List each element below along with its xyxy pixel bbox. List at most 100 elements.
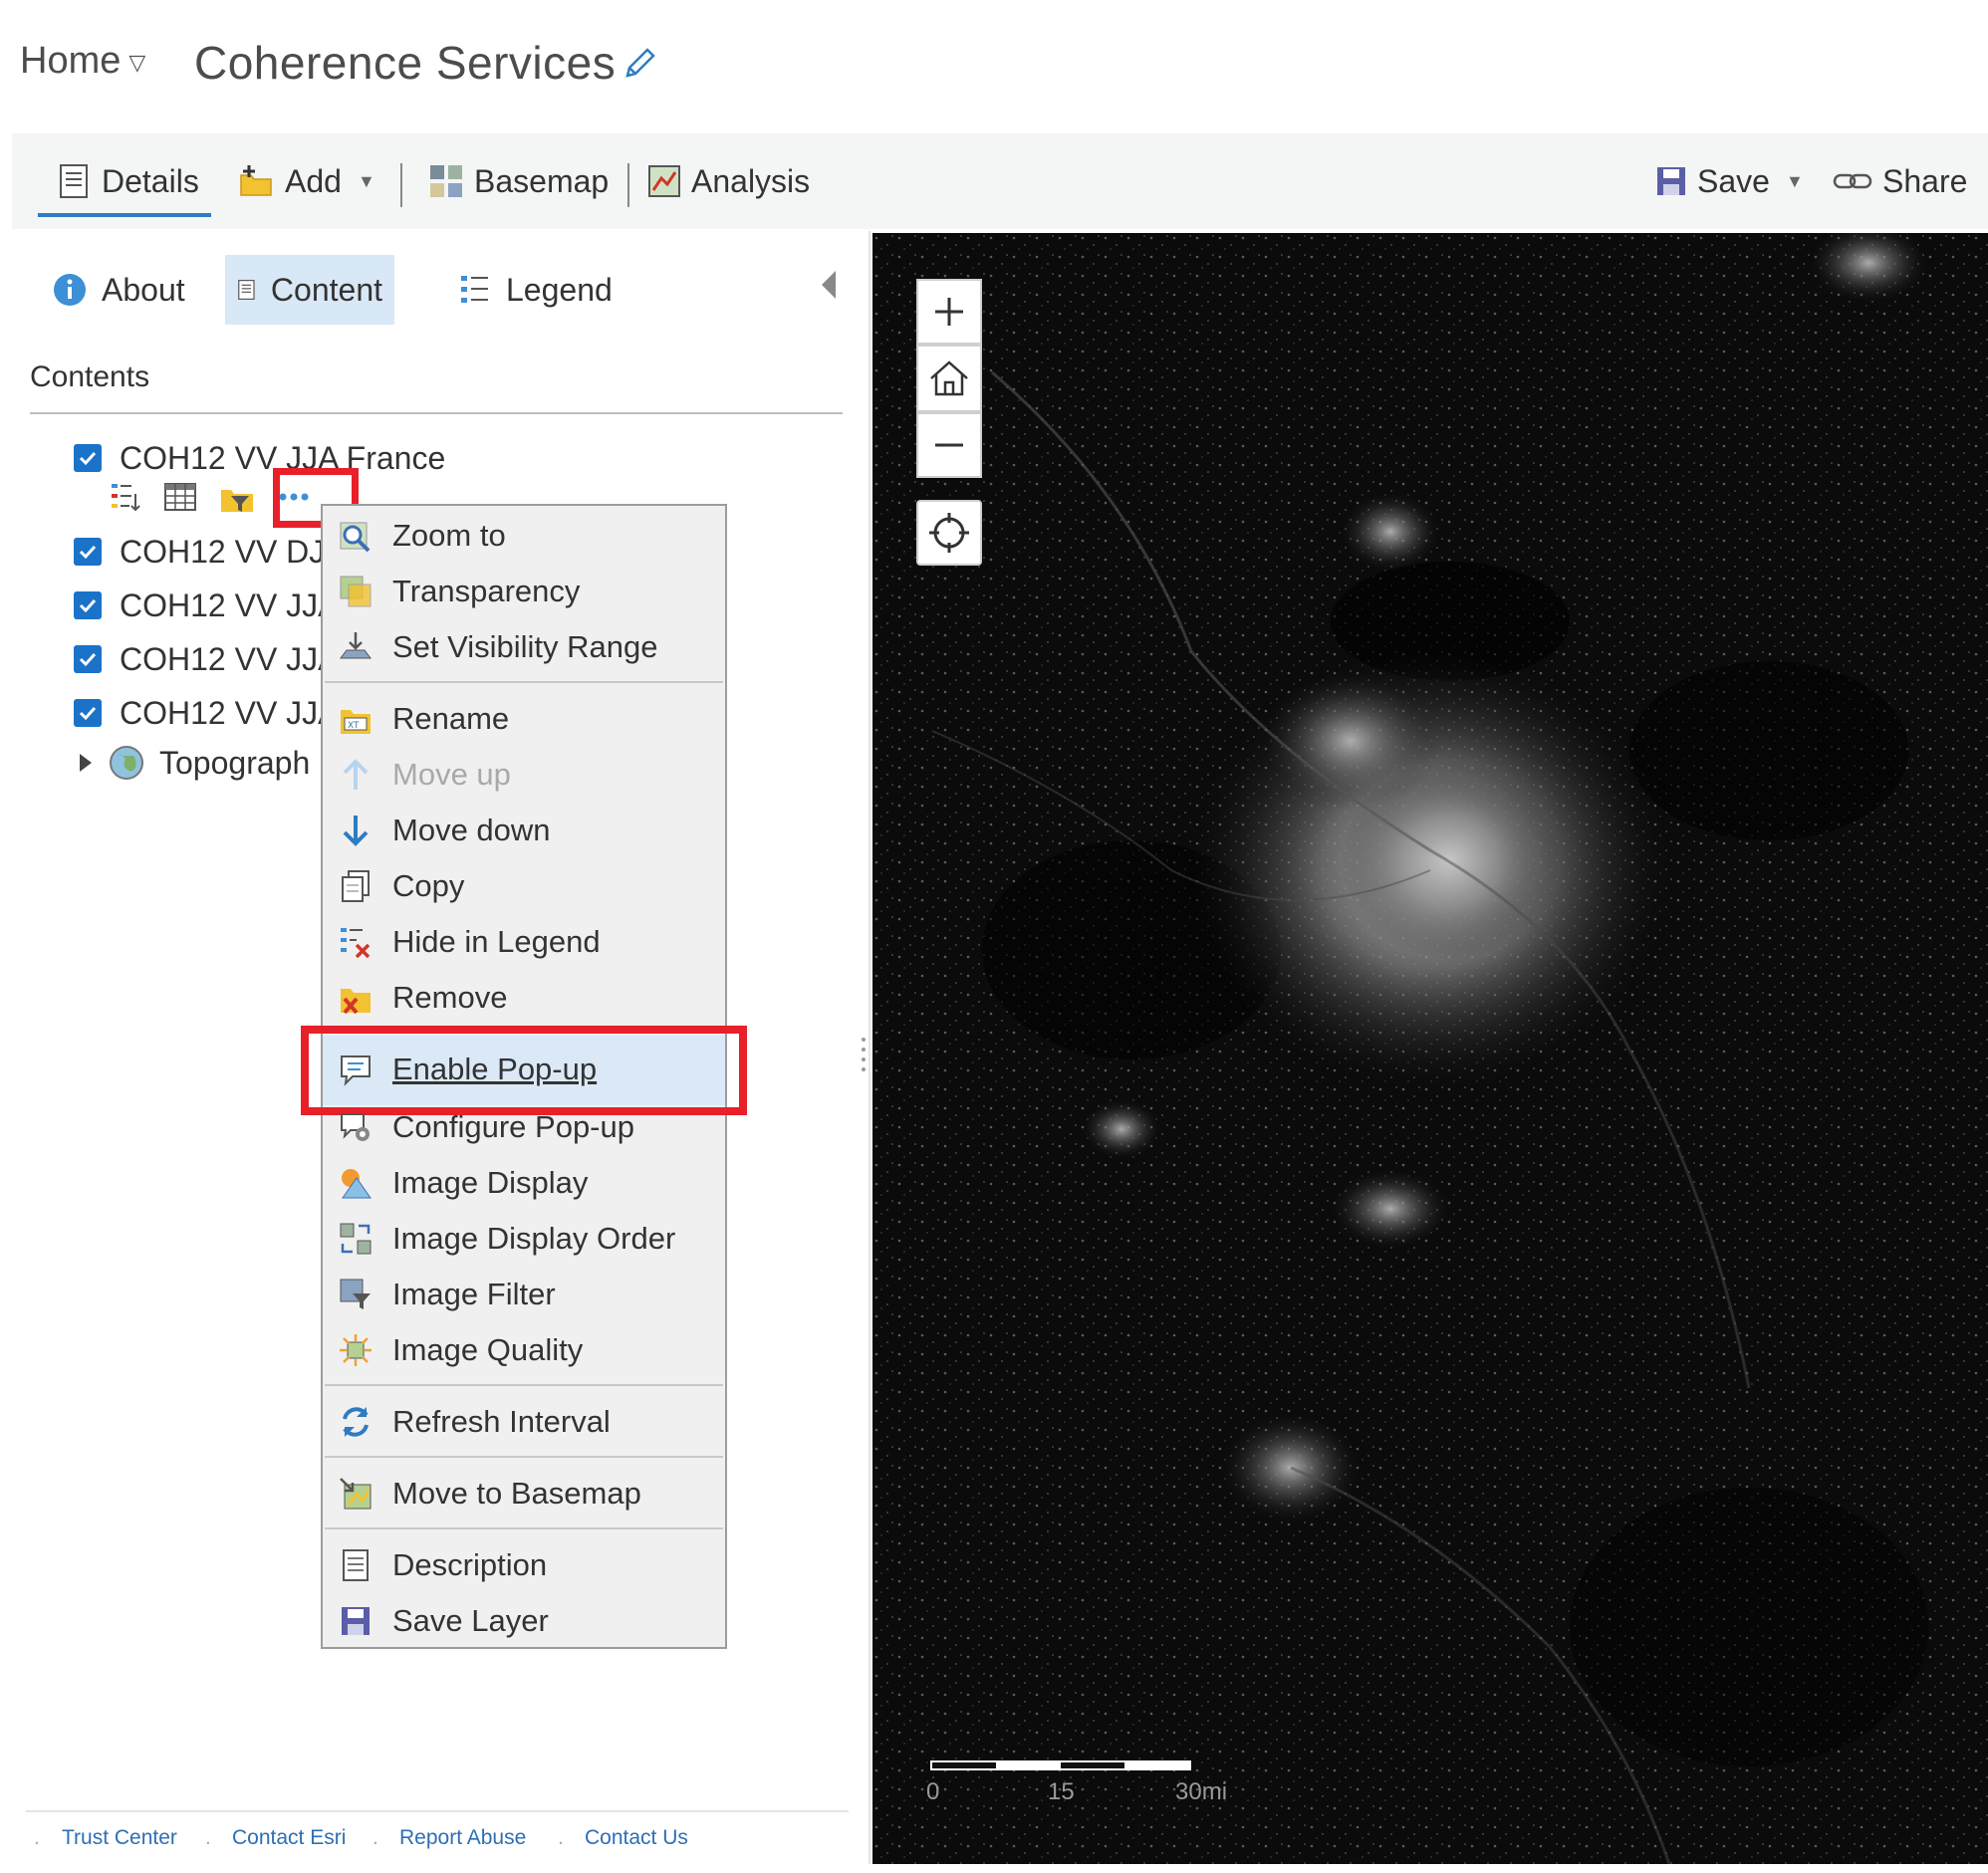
analysis-label: Analysis (691, 162, 811, 199)
scale-label: 0 (926, 1778, 940, 1805)
layer-item[interactable]: Topograph (78, 743, 310, 783)
checkbox-checked-icon[interactable] (74, 591, 102, 619)
menu-item-transparency[interactable]: Transparency (339, 566, 580, 617)
footer-link-report-abuse[interactable]: Report Abuse (399, 1826, 526, 1850)
save-layer-icon (342, 1607, 370, 1635)
add-button[interactable]: Add ▼ (237, 133, 375, 229)
tab-content[interactable]: Content (225, 255, 394, 325)
arrow-down-icon (343, 816, 369, 846)
configure-popup-icon (341, 1113, 370, 1141)
image-filter-icon (340, 1279, 371, 1309)
menu-item-remove[interactable]: Remove (339, 972, 507, 1024)
copy-icon (342, 870, 370, 902)
menu-item-configure-popup[interactable]: Configure Pop-up (339, 1101, 634, 1153)
menu-item-copy[interactable]: Copy (339, 860, 464, 912)
menu-item-label: Remove (392, 980, 508, 1015)
home-icon (930, 360, 968, 396)
footer-dot: . (34, 1826, 40, 1849)
zoom-out-button[interactable] (916, 412, 982, 478)
menu-item-set-visibility-range[interactable]: Set Visibility Range (339, 621, 658, 673)
menu-item-image-filter[interactable]: Image Filter (339, 1269, 556, 1320)
menu-item-zoom-to[interactable]: Zoom to (339, 510, 506, 562)
menu-item-label: Rename (392, 701, 510, 736)
menu-item-label: Move down (392, 813, 551, 847)
layer-item[interactable]: COH12 VV JJA (74, 693, 340, 733)
menu-item-save-layer[interactable]: Save Layer (339, 1595, 549, 1647)
layer-item[interactable]: COH12 VV JJA (74, 585, 340, 625)
panel-border (869, 231, 870, 1864)
menu-item-label: Copy (392, 868, 465, 903)
basemap-icon (430, 165, 462, 197)
add-layer-icon (240, 165, 272, 196)
home-menu[interactable]: Home ▽ (20, 40, 145, 83)
menu-item-label: Transparency (392, 574, 581, 608)
globe-icon (110, 746, 143, 780)
expand-triangle-icon[interactable] (78, 752, 94, 774)
table-icon[interactable] (163, 482, 197, 512)
toolbar-divider (400, 163, 402, 207)
details-icon (60, 164, 88, 198)
tab-about[interactable]: About (40, 255, 197, 325)
home-button[interactable] (916, 345, 982, 412)
image-display-order-icon (340, 1223, 372, 1255)
menu-item-move-down[interactable]: Move down (339, 805, 551, 856)
menu-separator (325, 1527, 723, 1529)
locate-button[interactable] (916, 500, 982, 566)
share-button[interactable]: Share (1833, 133, 1967, 229)
menu-item-description[interactable]: Description (339, 1539, 547, 1591)
menu-item-image-display[interactable]: Image Display (339, 1157, 588, 1209)
analysis-button[interactable]: Analysis (647, 133, 810, 229)
menu-item-label: Refresh Interval (392, 1404, 611, 1439)
menu-item-label: Move to Basemap (392, 1476, 641, 1511)
checkbox-checked-icon[interactable] (74, 645, 102, 673)
checkbox-checked-icon[interactable] (74, 699, 102, 727)
arrow-up-icon (343, 759, 369, 790)
share-label: Share (1882, 162, 1968, 199)
hide-legend-icon (341, 928, 371, 959)
menu-item-hide-in-legend[interactable]: Hide in Legend (339, 916, 601, 968)
map-view[interactable] (872, 233, 1988, 1864)
layer-label: COH12 VV JJA (120, 586, 340, 623)
menu-item-image-display-order[interactable]: Image Display Order (339, 1213, 675, 1265)
show-legend-icon[interactable] (110, 480, 141, 514)
save-icon (1657, 167, 1685, 195)
caret-down-icon: ▼ (1785, 170, 1804, 191)
filter-icon[interactable] (219, 480, 255, 514)
checkbox-checked-icon[interactable] (74, 538, 102, 566)
footer-link-contact-us[interactable]: Contact Us (585, 1826, 688, 1850)
move-to-basemap-icon (340, 1478, 372, 1510)
menu-item-label: Configure Pop-up (392, 1109, 634, 1144)
footer-link-contact-esri[interactable]: Contact Esri (232, 1826, 346, 1850)
footer-dot: . (373, 1826, 378, 1849)
layer-item[interactable]: COH12 VV JJA France (74, 438, 445, 478)
menu-item-image-quality[interactable]: Image Quality (339, 1324, 583, 1376)
locate-crosshair-icon (929, 513, 969, 553)
menu-item-label: Image Filter (392, 1277, 556, 1311)
menu-item-label: Image Display Order (392, 1221, 676, 1256)
menu-item-label: Hide in Legend (392, 924, 601, 959)
menu-item-refresh-interval[interactable]: Refresh Interval (339, 1396, 611, 1448)
menu-item-label: Image Quality (392, 1332, 584, 1367)
visibility-range-icon (340, 632, 372, 659)
menu-item-rename[interactable]: XT Rename (339, 693, 509, 745)
checkbox-checked-icon[interactable] (74, 444, 102, 472)
menu-item-label: Image Display (392, 1165, 589, 1200)
save-button[interactable]: Save ▼ (1655, 133, 1804, 229)
zoom-in-button[interactable] (916, 279, 982, 345)
panel-resize-handle[interactable] (861, 1034, 867, 1073)
edit-pencil-icon[interactable] (620, 44, 659, 84)
satellite-imagery (872, 233, 1988, 1864)
toolbar-divider (627, 163, 629, 207)
basemap-button[interactable]: Basemap (428, 133, 609, 229)
active-tab-underline (38, 213, 211, 217)
info-icon (54, 274, 86, 306)
collapse-panel-icon[interactable] (822, 271, 836, 299)
layer-item[interactable]: COH12 VV JJA (74, 639, 340, 679)
tab-legend[interactable]: Legend (446, 255, 624, 325)
menu-item-move-up[interactable]: Move up (339, 749, 511, 801)
add-label: Add (285, 162, 342, 199)
footer-link-trust-center[interactable]: Trust Center (62, 1826, 177, 1850)
menu-item-move-to-basemap[interactable]: Move to Basemap (339, 1468, 641, 1520)
layer-item[interactable]: COH12 VV DJ (74, 532, 325, 572)
menu-separator (325, 1456, 723, 1458)
